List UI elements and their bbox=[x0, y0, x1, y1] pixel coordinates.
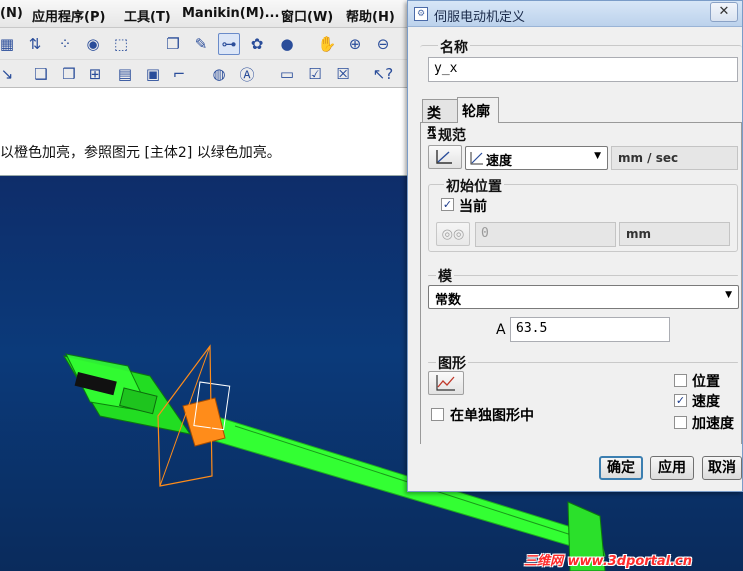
box-copy-icon[interactable]: ❒ bbox=[58, 63, 80, 85]
ok-button[interactable]: 确定 bbox=[599, 456, 643, 480]
initial-position-label: 初始位置 bbox=[444, 176, 504, 196]
menu-help[interactable]: 帮助(H) bbox=[346, 6, 395, 25]
cancel-button[interactable]: 取消 bbox=[702, 456, 742, 480]
acceleration-label: 加速度 bbox=[692, 416, 734, 432]
position-checkbox[interactable] bbox=[674, 374, 687, 387]
mode-label: 模 bbox=[436, 266, 454, 286]
initial-position-input[interactable]: 0 bbox=[475, 222, 616, 247]
help-pointer-icon[interactable]: ↖? bbox=[372, 63, 394, 85]
pipe-icon[interactable]: ⌐ bbox=[168, 63, 190, 85]
mode-select[interactable]: 常数 ▼ bbox=[428, 285, 739, 309]
gear-link-icon[interactable]: ✿ bbox=[246, 33, 268, 55]
param-a-label: A bbox=[496, 322, 506, 338]
separate-graph-checkbox[interactable] bbox=[431, 408, 444, 421]
pan-hand-icon[interactable]: ✋ bbox=[316, 33, 338, 55]
chevron-down-icon: ▼ bbox=[725, 290, 732, 300]
separate-graph-label: 在单独图形中 bbox=[450, 408, 534, 424]
spec-icon-button[interactable] bbox=[428, 145, 462, 169]
dialog-app-icon: ⚙ bbox=[414, 7, 428, 21]
pattern-icon[interactable]: ⁘ bbox=[54, 33, 76, 55]
current-checkbox[interactable]: ✓ bbox=[441, 198, 454, 211]
measure-icon-button[interactable]: ◎◎ bbox=[436, 222, 470, 246]
name-input[interactable]: y_x bbox=[428, 57, 738, 82]
sketch-icon[interactable]: ✎ bbox=[190, 33, 212, 55]
name-label: 名称 bbox=[438, 37, 470, 57]
menu-insert[interactable]: (N) bbox=[0, 6, 23, 21]
network-icon[interactable]: ⇅ bbox=[24, 33, 46, 55]
speed-icon bbox=[470, 152, 483, 165]
graph-group bbox=[428, 362, 738, 363]
spec-label: 规范 bbox=[436, 125, 468, 145]
note-icon[interactable]: ▣ bbox=[142, 63, 164, 85]
zoom-out-icon[interactable]: ⊖ bbox=[372, 33, 394, 55]
glasses-icon: ◎◎ bbox=[441, 226, 465, 242]
dialog-titlebar[interactable]: ⚙ 伺服电动机定义 ✕ bbox=[408, 1, 742, 27]
spec-type-select[interactable]: 速度 ▼ bbox=[465, 146, 608, 170]
binoculars-icon[interactable]: ◉ bbox=[82, 33, 104, 55]
position-label: 位置 bbox=[692, 374, 720, 390]
check-window-icon[interactable]: ☑ bbox=[304, 63, 326, 85]
connect-icon[interactable]: ⊶ bbox=[218, 33, 240, 55]
sphere-icon[interactable]: ● bbox=[276, 33, 298, 55]
text-box-icon[interactable]: Ⓐ bbox=[236, 63, 258, 85]
message-text: 以橙色加亮，参照图元 [主体2] 以绿色加亮。 bbox=[0, 145, 281, 161]
graph-button[interactable] bbox=[428, 371, 464, 395]
counter-icon[interactable]: ⊞ bbox=[84, 63, 106, 85]
graph-icon bbox=[436, 375, 455, 391]
servo-motor-dialog: ⚙ 伺服电动机定义 ✕ 名称 y_x 类型 轮廓 规范 速度 ▼ mm / se… bbox=[407, 0, 743, 492]
param-a-input[interactable]: 63.5 bbox=[510, 317, 670, 342]
zoom-in-icon[interactable]: ⊕ bbox=[344, 33, 366, 55]
graph-label: 图形 bbox=[436, 353, 468, 373]
velocity-label: 速度 bbox=[692, 394, 720, 410]
close-window-icon[interactable]: ☒ bbox=[332, 63, 354, 85]
spec-unit: mm / sec bbox=[611, 146, 738, 170]
close-button[interactable]: ✕ bbox=[710, 2, 738, 22]
menu-applications[interactable]: 应用程序(P) bbox=[32, 6, 105, 25]
velocity-checkbox[interactable]: ✓ bbox=[674, 394, 687, 407]
box-new-icon[interactable]: ❑ bbox=[30, 63, 52, 85]
select-box-icon[interactable]: ⬚ bbox=[110, 33, 132, 55]
acceleration-checkbox[interactable] bbox=[674, 416, 687, 429]
layers-icon[interactable]: ❐ bbox=[162, 33, 184, 55]
watermark-logo: 三维网 www.3dportal.cn bbox=[524, 554, 693, 569]
grid-icon[interactable]: ▦ bbox=[0, 33, 18, 55]
menu-tools[interactable]: 工具(T) bbox=[124, 6, 171, 25]
wrench-icon[interactable]: ↘ bbox=[0, 63, 18, 85]
mode-group bbox=[428, 275, 738, 276]
menu-manikin[interactable]: Manikin(M)... bbox=[182, 6, 279, 21]
window-icon[interactable]: ▭ bbox=[276, 63, 298, 85]
current-label: 当前 bbox=[459, 199, 487, 215]
ruler-angle-icon bbox=[436, 150, 452, 164]
menu-window[interactable]: 窗口(W) bbox=[281, 6, 333, 25]
globe-icon[interactable]: ◍ bbox=[208, 63, 230, 85]
tab-type[interactable]: 类型 bbox=[422, 99, 458, 142]
doc-icon[interactable]: ▤ bbox=[114, 63, 136, 85]
initial-position-unit: mm bbox=[619, 222, 730, 246]
chevron-down-icon: ▼ bbox=[594, 151, 601, 161]
apply-button[interactable]: 应用 bbox=[650, 456, 694, 480]
dialog-title: 伺服电动机定义 bbox=[434, 10, 526, 25]
tab-profile[interactable]: 轮廓 bbox=[457, 97, 499, 123]
